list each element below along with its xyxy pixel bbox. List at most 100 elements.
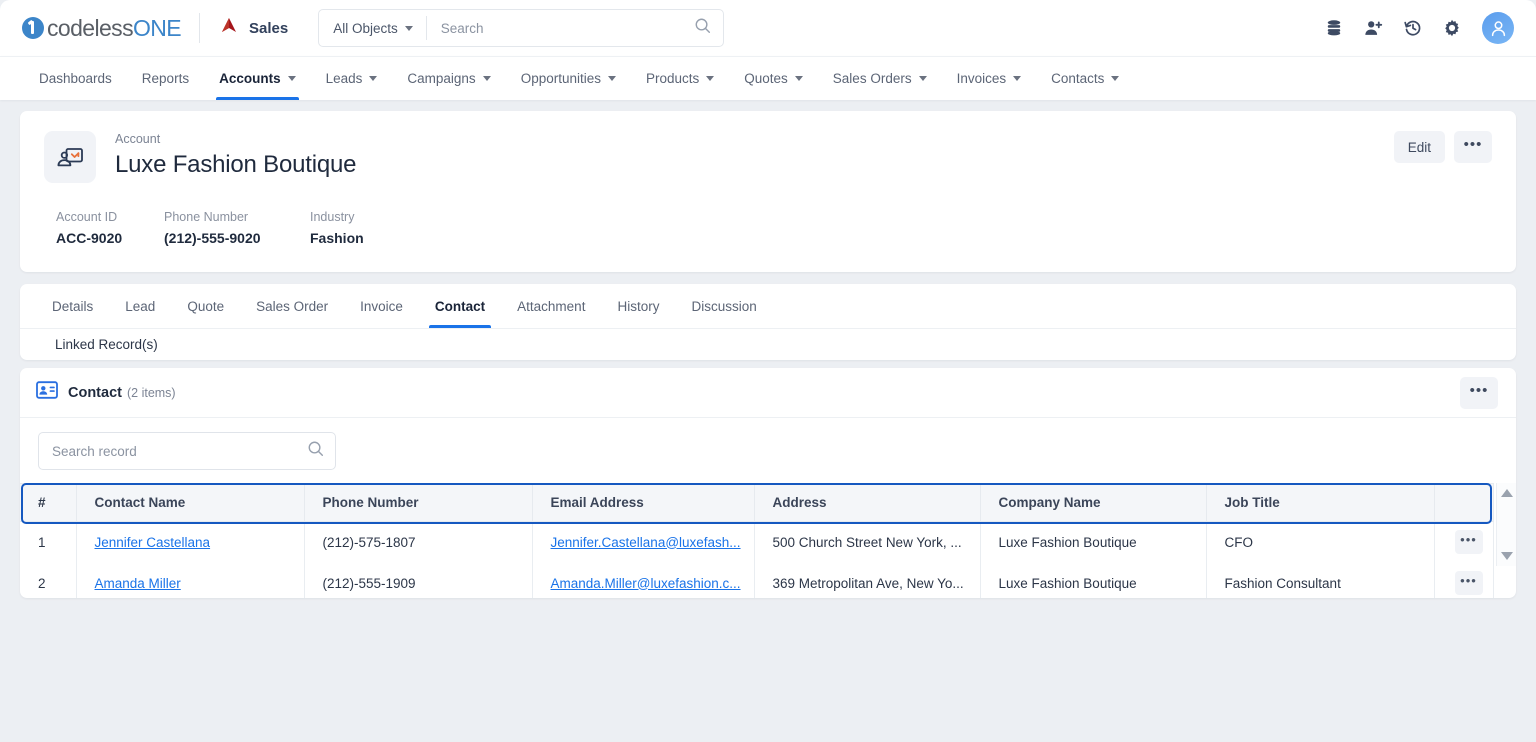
nav-item-dashboards[interactable]: Dashboards [24, 57, 127, 100]
tab-history[interactable]: History [601, 284, 675, 328]
tab-label: Sales Order [256, 298, 329, 314]
cell-company-name: Luxe Fashion Boutique [980, 562, 1207, 598]
contact-panel-count: (2 items) [126, 385, 176, 400]
tab-contact[interactable]: Contact [419, 284, 501, 328]
contact-table-body: 1 Jennifer Castellana (212)-575-1807 Jennif… [20, 521, 1494, 598]
column-header-company-name[interactable]: Company Name [980, 483, 1207, 522]
tab-sales-order[interactable]: Sales Order [240, 284, 344, 328]
column-header--[interactable]: # [20, 483, 77, 522]
email-address-link[interactable]: Jennifer.Castellana@luxefash... [551, 535, 741, 550]
column-header-contact-name[interactable]: Contact Name [76, 483, 305, 522]
tab-lead[interactable]: Lead [109, 284, 171, 328]
chevron-down-icon [706, 76, 715, 81]
top-bar: codelessONE Sales All Objects Search [0, 0, 1536, 56]
contact-panel-more-button[interactable]: ••• [1460, 376, 1498, 409]
nav-item-campaigns[interactable]: Campaigns [392, 57, 505, 100]
tab-label: Discussion [691, 298, 757, 314]
edit-button[interactable]: Edit [1393, 131, 1445, 163]
nav-item-label: Dashboards [39, 71, 112, 86]
tab-details[interactable]: Details [36, 284, 109, 328]
history-icon[interactable] [1404, 19, 1422, 37]
tab-quote[interactable]: Quote [171, 284, 240, 328]
email-address-link[interactable]: Amanda.Miller@luxefashion.c... [551, 576, 741, 591]
record-summary-fields: Account ID ACC-9020 Phone Number (212)-555-… [20, 183, 1516, 246]
chevron-down-icon [918, 76, 927, 81]
job-title-text: CFO [1224, 534, 1254, 550]
app-switcher-sales[interactable]: Sales [218, 16, 288, 41]
column-header-phone-number[interactable]: Phone Number [304, 483, 533, 522]
nav-item-invoices[interactable]: Invoices [942, 57, 1037, 100]
topbar-divider [199, 13, 201, 43]
nav-item-sales-orders[interactable]: Sales Orders [818, 57, 942, 100]
tab-label: Attachment [517, 298, 586, 314]
search-icon[interactable] [307, 440, 324, 462]
row-more-button[interactable]: ••• [1454, 530, 1483, 554]
column-header-job-title[interactable]: Job Title [1206, 483, 1435, 522]
table-row[interactable]: 2 Amanda Miller (212)-555-1909 Amanda.Mille… [20, 562, 1494, 598]
cell-row-actions: ••• [1434, 562, 1494, 598]
scroll-down-arrow-icon[interactable] [1500, 552, 1513, 560]
column-header-address[interactable]: Address [754, 483, 981, 522]
object-filter-select[interactable]: All Objects [319, 10, 426, 46]
nav-item-products[interactable]: Products [631, 57, 729, 100]
scroll-up-arrow-icon[interactable] [1500, 489, 1513, 497]
tab-attachment[interactable]: Attachment [501, 284, 601, 328]
record-field-label: Phone Number [164, 210, 249, 224]
gear-icon[interactable] [1443, 19, 1461, 37]
column-header-email-address[interactable]: Email Address [532, 483, 755, 522]
database-icon[interactable] [1325, 19, 1343, 37]
page-title: Luxe Fashion Boutique [115, 151, 357, 178]
nav-item-accounts[interactable]: Accounts [204, 57, 311, 100]
search-record-placeholder: Search record [52, 443, 137, 459]
record-actions: Edit ••• [1393, 131, 1492, 183]
tab-label: Contact [434, 298, 486, 314]
cell-contact-name: Jennifer Castellana [76, 521, 305, 563]
object-filter-label: All Objects [333, 20, 398, 36]
row-more-button[interactable]: ••• [1454, 571, 1483, 595]
record-field-label: Industry [310, 210, 355, 224]
contact-related-list-card: Contact (2 items) ••• Search record # Co… [20, 368, 1516, 598]
column-header-label: Job Title [1224, 495, 1280, 510]
linked-records-label: Linked Record(s) [55, 336, 158, 352]
nav-item-leads[interactable]: Leads [311, 57, 393, 100]
nav-item-label: Quotes [744, 71, 788, 86]
record-field-value: (212)-555-9020 [164, 230, 261, 246]
record-titles: Account Luxe Fashion Boutique [115, 131, 357, 183]
tab-label: Quote [187, 298, 225, 314]
cell-email-address: Jennifer.Castellana@luxefash... [532, 521, 755, 563]
record-more-button[interactable]: ••• [1454, 131, 1492, 163]
table-vertical-scrollbar[interactable] [1496, 483, 1516, 566]
user-avatar[interactable] [1482, 12, 1514, 44]
chevron-down-icon [404, 25, 413, 31]
record-type-label: Account [115, 132, 161, 146]
tab-discussion[interactable]: Discussion [675, 284, 772, 328]
brand-logo[interactable]: codelessONE [22, 15, 182, 42]
contact-name-link[interactable]: Amanda Miller [95, 576, 181, 591]
table-row[interactable]: 1 Jennifer Castellana (212)-575-1807 Jennif… [20, 521, 1494, 563]
search-icon[interactable] [694, 17, 711, 39]
record-field-label: Account ID [56, 210, 118, 224]
column-header-actions[interactable] [1434, 483, 1494, 522]
add-user-icon[interactable] [1364, 19, 1383, 37]
column-header-label: Contact Name [94, 495, 186, 510]
nav-item-quotes[interactable]: Quotes [729, 57, 818, 100]
company-name-text: Luxe Fashion Boutique [998, 575, 1137, 591]
tab-label: History [617, 298, 660, 314]
column-header-label: # [38, 495, 46, 510]
cell-email-address: Amanda.Miller@luxefashion.c... [532, 562, 755, 598]
tab-invoice[interactable]: Invoice [344, 284, 419, 328]
index-text: 1 [38, 534, 46, 550]
main-nav: Dashboards Reports Accounts Leads Campaigns O… [0, 56, 1536, 100]
nav-item-contacts[interactable]: Contacts [1036, 57, 1134, 100]
cell-phone-number: (212)-575-1807 [304, 521, 533, 563]
global-search-input[interactable]: Search [427, 10, 723, 46]
contact-name-link[interactable]: Jennifer Castellana [95, 535, 211, 550]
contact-table-header-row: # Contact Name Phone Number Email Address Ad… [20, 483, 1494, 522]
cell-address: 369 Metropolitan Ave, New Yo... [754, 562, 981, 598]
column-header-label: Email Address [550, 495, 644, 510]
nav-item-reports[interactable]: Reports [127, 57, 204, 100]
search-record-input[interactable]: Search record [38, 432, 336, 470]
cell-job-title: CFO [1206, 521, 1435, 563]
nav-item-opportunities[interactable]: Opportunities [506, 57, 631, 100]
column-header-label: Address [772, 495, 827, 510]
